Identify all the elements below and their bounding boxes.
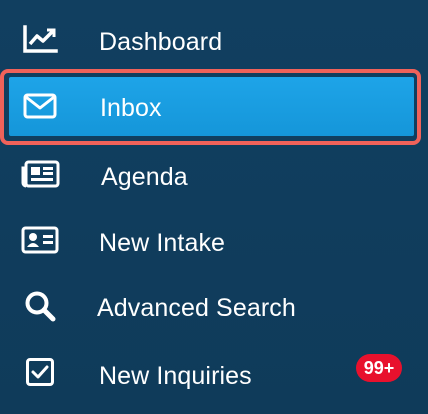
chart-line-icon bbox=[20, 20, 60, 60]
checkbox-icon bbox=[20, 352, 60, 392]
sidebar-item-label: Inbox bbox=[100, 94, 162, 122]
sidebar-item-label: Agenda bbox=[101, 163, 188, 191]
notification-badge: 99+ bbox=[356, 354, 402, 382]
sidebar-item-inbox[interactable]: Inbox bbox=[0, 77, 428, 136]
id-card-icon bbox=[20, 220, 60, 260]
newspaper-icon bbox=[20, 154, 60, 194]
sidebar-item-label: Advanced Search bbox=[97, 294, 296, 322]
sidebar-item-advanced-search[interactable]: Advanced Search bbox=[0, 274, 428, 340]
sidebar-item-label: New Intake bbox=[99, 229, 226, 257]
sidebar-item-agenda[interactable]: Agenda bbox=[0, 142, 428, 208]
sidebar-item-label: Dashboard bbox=[99, 28, 223, 56]
search-icon bbox=[20, 286, 60, 326]
sidebar-item-new-intake[interactable]: New Intake bbox=[0, 208, 428, 274]
envelope-icon bbox=[20, 86, 60, 126]
sidebar-item-dashboard[interactable]: Dashboard bbox=[0, 10, 428, 76]
sidebar-nav: Dashboard Inbox Agenda New Intake Advanc… bbox=[0, 0, 428, 414]
sidebar-item-label: New Inquiries bbox=[99, 362, 252, 390]
